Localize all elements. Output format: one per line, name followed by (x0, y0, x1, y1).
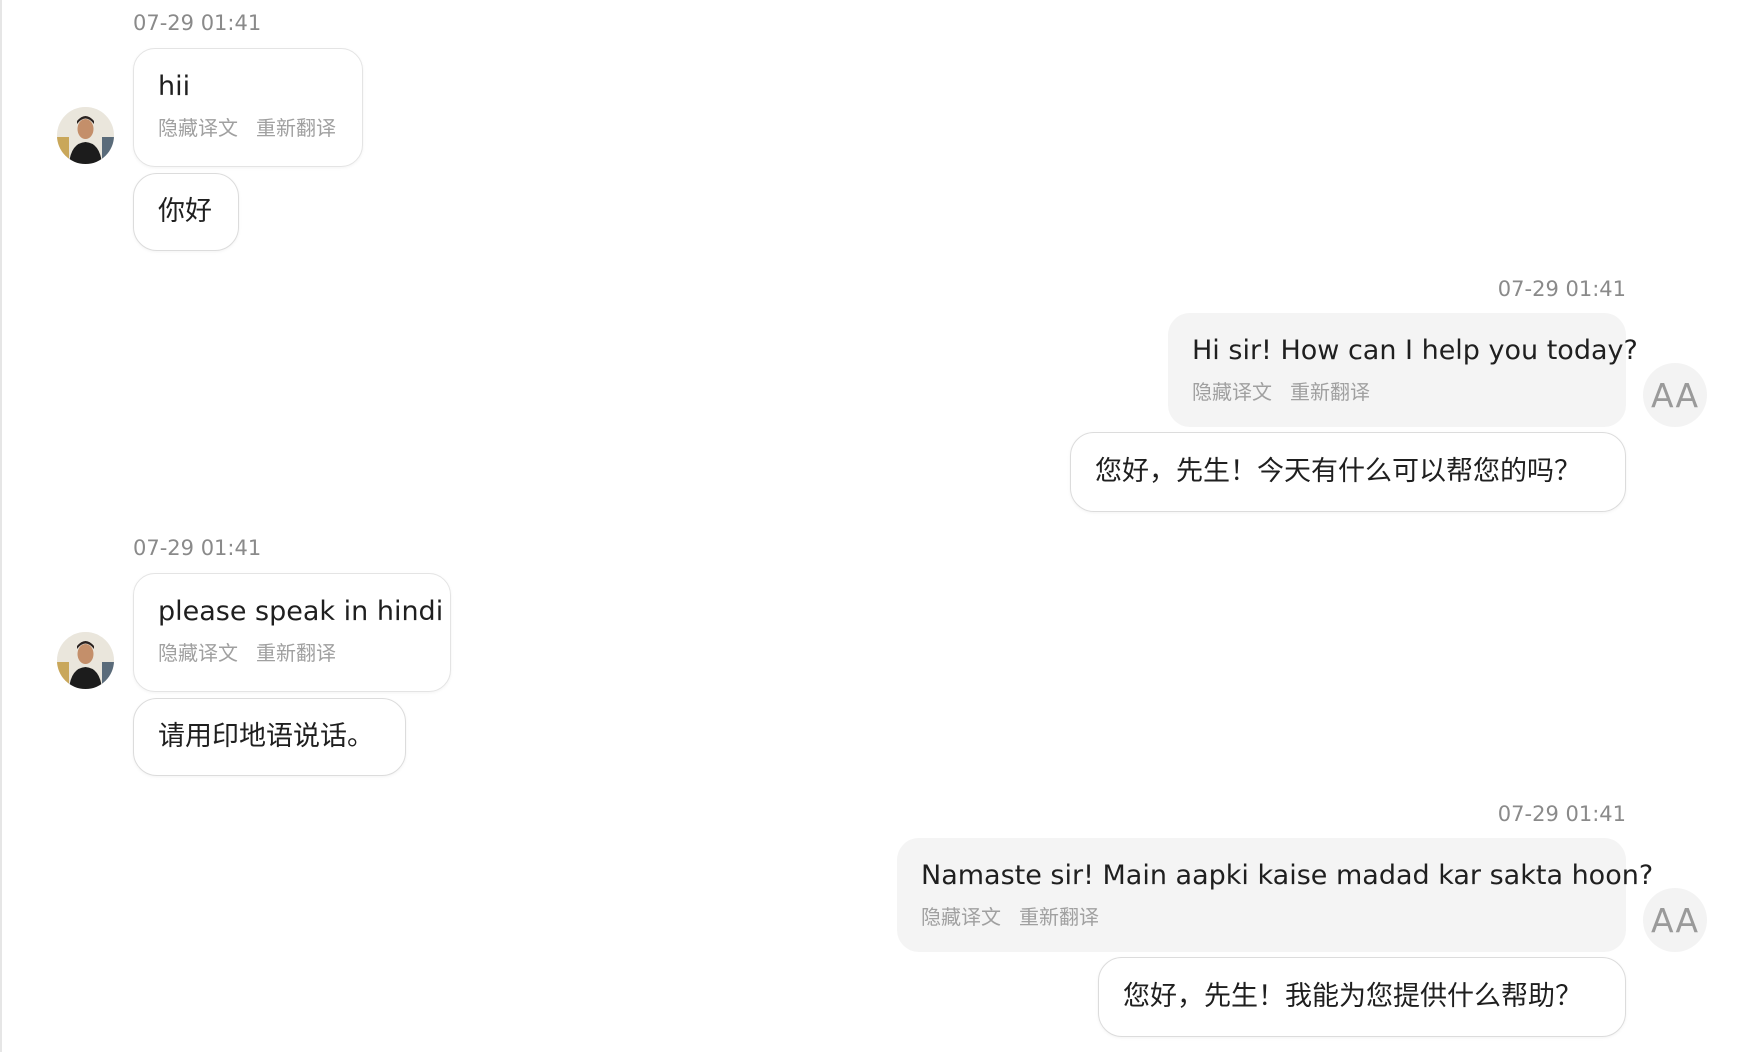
message-timestamp: 07-29 01:41 (133, 536, 262, 560)
user-avatar[interactable] (57, 107, 114, 164)
retranslate-button[interactable]: 重新翻译 (256, 112, 336, 141)
agent-avatar[interactable]: AA (1643, 363, 1707, 427)
retranslate-button[interactable]: 重新翻译 (256, 637, 336, 666)
user-photo-icon (57, 107, 114, 164)
message-bubble[interactable]: please speak in hindi 隐藏译文 重新翻译 (133, 573, 451, 692)
message-text: please speak in hindi (158, 596, 444, 627)
message-text: hii (158, 71, 191, 102)
user-avatar[interactable] (57, 632, 114, 689)
retranslate-button[interactable]: 重新翻译 (1019, 901, 1099, 930)
message-bubble[interactable]: Namaste sir! Main aapki kaise madad kar … (897, 838, 1654, 952)
message-text: Hi sir! How can I help you today? (1192, 335, 1638, 366)
message-timestamp: 07-29 01:41 (133, 11, 262, 35)
message-timestamp: 07-29 01:41 (1497, 277, 1626, 301)
hide-translation-button[interactable]: 隐藏译文 (158, 637, 238, 666)
message-bubble[interactable]: Hi sir! How can I help you today? 隐藏译文 重… (1168, 313, 1638, 427)
chat-message-list[interactable]: 07-29 01:41 hii 隐藏译文 重新翻译 你好 07-29 01:41… (0, 0, 1740, 1052)
hide-translation-button[interactable]: 隐藏译文 (158, 112, 238, 141)
translation-bubble: 您好，先生！我能为您提供什么帮助？ (1098, 957, 1626, 1037)
translation-actions: 隐藏译文 重新翻译 (158, 112, 338, 141)
translation-actions: 隐藏译文 重新翻译 (1192, 376, 1602, 405)
translation-bubble: 请用印地语说话。 (133, 698, 406, 776)
translation-bubble: 您好，先生！今天有什么可以帮您的吗？ (1070, 432, 1626, 512)
message-timestamp: 07-29 01:41 (1497, 802, 1626, 826)
translation-actions: 隐藏译文 重新翻译 (921, 901, 1602, 930)
user-photo-icon (57, 632, 114, 689)
hide-translation-button[interactable]: 隐藏译文 (1192, 376, 1272, 405)
message-bubble[interactable]: hii 隐藏译文 重新翻译 (133, 48, 363, 167)
agent-avatar[interactable]: AA (1643, 888, 1707, 952)
translation-actions: 隐藏译文 重新翻译 (158, 637, 426, 666)
message-text: Namaste sir! Main aapki kaise madad kar … (921, 860, 1654, 891)
hide-translation-button[interactable]: 隐藏译文 (921, 901, 1001, 930)
translation-bubble: 你好 (133, 173, 239, 251)
retranslate-button[interactable]: 重新翻译 (1290, 376, 1370, 405)
